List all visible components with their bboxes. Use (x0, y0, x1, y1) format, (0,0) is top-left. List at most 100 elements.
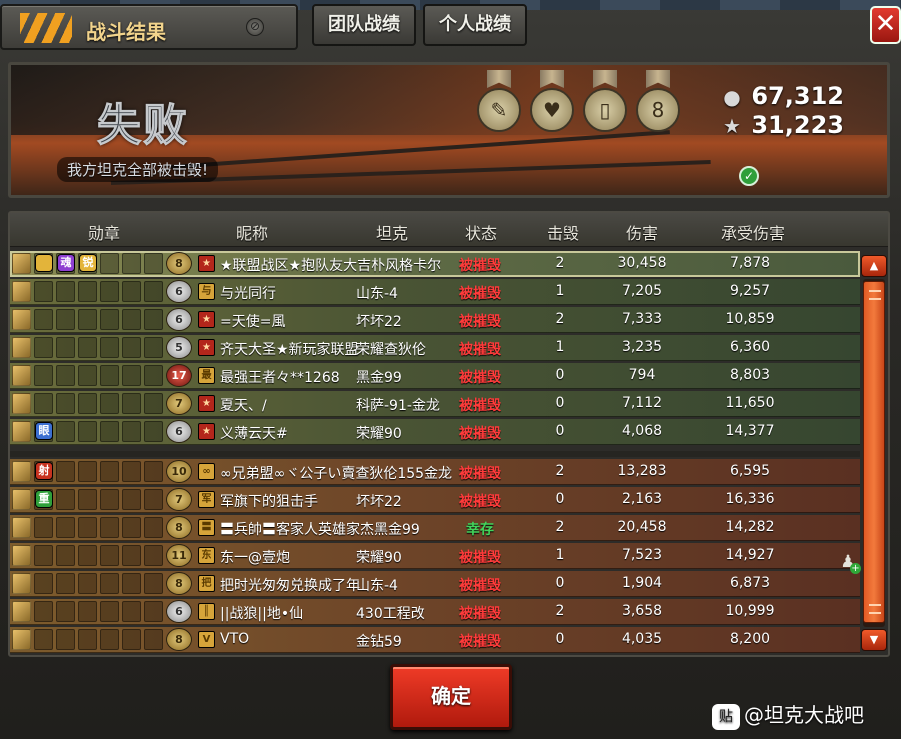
scroll-thumb[interactable] (863, 281, 885, 623)
medal-slot (78, 393, 97, 414)
tab-team-stats[interactable]: 团队战绩 (312, 4, 416, 46)
medal-slot (100, 545, 119, 566)
medal-slot (34, 601, 53, 622)
result-subtitle: 我方坦克全部被击毁! (57, 157, 219, 182)
damage-taken: 14,927 (725, 547, 775, 563)
tank-name: 山东-4 (356, 578, 398, 594)
medal-slot (144, 337, 163, 358)
clan-icon: 军 (198, 491, 215, 508)
tab-personal-stats[interactable]: 个人战绩 (423, 4, 527, 46)
table-row[interactable]: 射 10 ∞ ∞兄弟盟∞ヾ公子い賣查狄伦155金龙 被摧毁 2 13,283 6,595 (10, 459, 860, 485)
medal-heart-icon[interactable]: ♥ (530, 70, 574, 134)
status: 被摧毁 (459, 634, 501, 650)
medal-slot (122, 601, 141, 622)
status: 被摧毁 (459, 342, 501, 358)
row-flag-icon (12, 337, 31, 358)
medal-slot (56, 517, 75, 538)
medal-slot (144, 309, 163, 330)
add-friend-icon[interactable]: ♟ + (837, 551, 861, 574)
result-title: 失败 (97, 100, 189, 152)
medal-badge-icon[interactable] (35, 254, 53, 272)
medal-slot (144, 545, 163, 566)
window-title: 战斗结果 (86, 20, 166, 44)
scrollbar[interactable]: ▲ ▼ (861, 251, 887, 653)
medal-slot (78, 545, 97, 566)
header-nickname: 昵称 (236, 224, 269, 243)
medal-badge-icon[interactable]: 锐 (79, 254, 97, 272)
damage-taken: 6,873 (729, 575, 771, 591)
medal-slot (100, 393, 119, 414)
kills: 2 (555, 463, 565, 479)
grip-icon (869, 604, 881, 614)
damage-taken: 6,595 (729, 463, 771, 479)
table-header: 勋章 昵称 坦克 状态 击毁 伤害 承受伤害 (10, 213, 888, 247)
table-row[interactable]: 眼 6 ★ 义薄云天# 荣耀90 被摧毁 0 4,068 14,377 (10, 419, 860, 445)
scroll-down-button[interactable]: ▼ (861, 629, 887, 651)
table-row[interactable]: 5 ★ 齐天大圣★新玩家联盟 荣耀查狄伦 被摧毁 1 3,235 6,360 (10, 335, 860, 361)
medal-slot (100, 573, 119, 594)
medal-card-icon[interactable]: ▯ (583, 70, 627, 134)
row-flag-icon (12, 601, 31, 622)
status: 被摧毁 (459, 258, 501, 274)
leaf-icon[interactable]: ✓ (739, 166, 759, 186)
medal-slot (122, 253, 141, 274)
medal-slot (122, 281, 141, 302)
table-row[interactable]: 6 与与光同行 山东-4 被摧毁 1 7,205 9,257 (10, 279, 860, 305)
table-row[interactable]: 6 ║ ||战狼||地•仙 430工程改 被摧毁 2 3,658 10,999 (10, 599, 860, 625)
table-row[interactable]: 8 〓〓兵帥〓客家人英雄家杰黑金99 幸存 2 20,458 14,282 (10, 515, 860, 541)
confirm-button[interactable]: 确定 (390, 664, 512, 730)
medal-slot (144, 393, 163, 414)
medal-badge-icon[interactable]: 重 (35, 490, 53, 508)
kills: 2 (555, 603, 565, 619)
row-flag-icon (12, 365, 31, 386)
kills: 0 (555, 367, 565, 383)
player-name: 义薄云天# (220, 426, 288, 442)
table-row[interactable]: 11 东东一@壹炮 荣耀90 被摧毁 1 7,523 14,927 (10, 543, 860, 569)
table-row[interactable]: 8 V VTO 金钻59 被摧毁 0 4,035 8,200 (10, 627, 860, 653)
kills: 1 (555, 547, 565, 563)
rank-badge-icon: 8 (166, 572, 192, 595)
status: 被摧毁 (459, 494, 501, 510)
table-row[interactable]: 重 7 军军旗下的狙击手 坏坏22 被摧毁 0 2,163 16,336 (10, 487, 860, 513)
kills: 0 (555, 423, 565, 439)
player-name: =天使=風 (220, 314, 286, 330)
rank-badge-icon: 8 (166, 252, 192, 275)
medal-slot (56, 601, 75, 622)
rank-badge-icon: 11 (166, 544, 192, 567)
tank-name: 430工程改 (356, 606, 425, 622)
result-banner: 失败 我方坦克全部被击毁! ✎ ♥ ▯ 8 ● 67,312 ★ 31,223 … (8, 62, 890, 198)
medal-slot (34, 365, 53, 386)
damage-taken: 16,336 (725, 491, 775, 507)
medal-slot (56, 545, 75, 566)
tank-name: 荣耀90 (356, 426, 402, 442)
medal-slot (100, 365, 119, 386)
medal-badge-icon[interactable]: 眼 (35, 422, 53, 440)
table-row[interactable]: 17 最最强王者々**1268 黑金99 被摧毁 0 794 8,803 (10, 363, 860, 389)
row-flag-icon (12, 517, 31, 538)
header-damage-taken: 承受伤害 (721, 224, 786, 243)
row-flag-icon (12, 629, 31, 650)
medal-slot (100, 629, 119, 650)
medal-badge-icon[interactable]: 射 (35, 462, 53, 480)
bolt-icon: ⊘ (246, 18, 264, 36)
medal-map-icon[interactable]: ✎ (477, 70, 521, 134)
table-row[interactable]: 6 ★ =天使=風 坏坏22 被摧毁 2 7,333 10,859 (10, 307, 860, 333)
scroll-up-button[interactable]: ▲ (861, 255, 887, 277)
status: 被摧毁 (459, 578, 501, 594)
medal-slot (122, 573, 141, 594)
medal-vip-icon[interactable]: 8 (636, 70, 680, 134)
watermark: 贴 @坦克大战吧 (712, 699, 864, 730)
status: 被摧毁 (459, 606, 501, 622)
damage-taken: 8,200 (729, 631, 771, 647)
table-row[interactable]: 8 把把时光匆匆兑换成了年 山东-4 被摧毁 0 1,904 6,873 (10, 571, 860, 597)
damage: 3,658 (621, 603, 663, 619)
status: 被摧毁 (459, 466, 501, 482)
table-row[interactable]: 7 ★ 夏天、/ 科萨-91-金龙 被摧毁 0 7,112 11,650 (10, 391, 860, 417)
player-name: 把时光匆匆兑换成了年 (220, 578, 360, 594)
medal-slot (100, 461, 119, 482)
rank-badge-icon: 6 (166, 600, 192, 623)
close-icon[interactable]: ✕ (870, 6, 901, 44)
medal-badge-icon[interactable]: 魂 (57, 254, 75, 272)
table-row[interactable]: 魂锐 8 ★ ★联盟战区★抱队友大吉朴风格卡尔 被摧毁 2 30,458 7,878 (10, 251, 860, 277)
medal-slot (56, 393, 75, 414)
